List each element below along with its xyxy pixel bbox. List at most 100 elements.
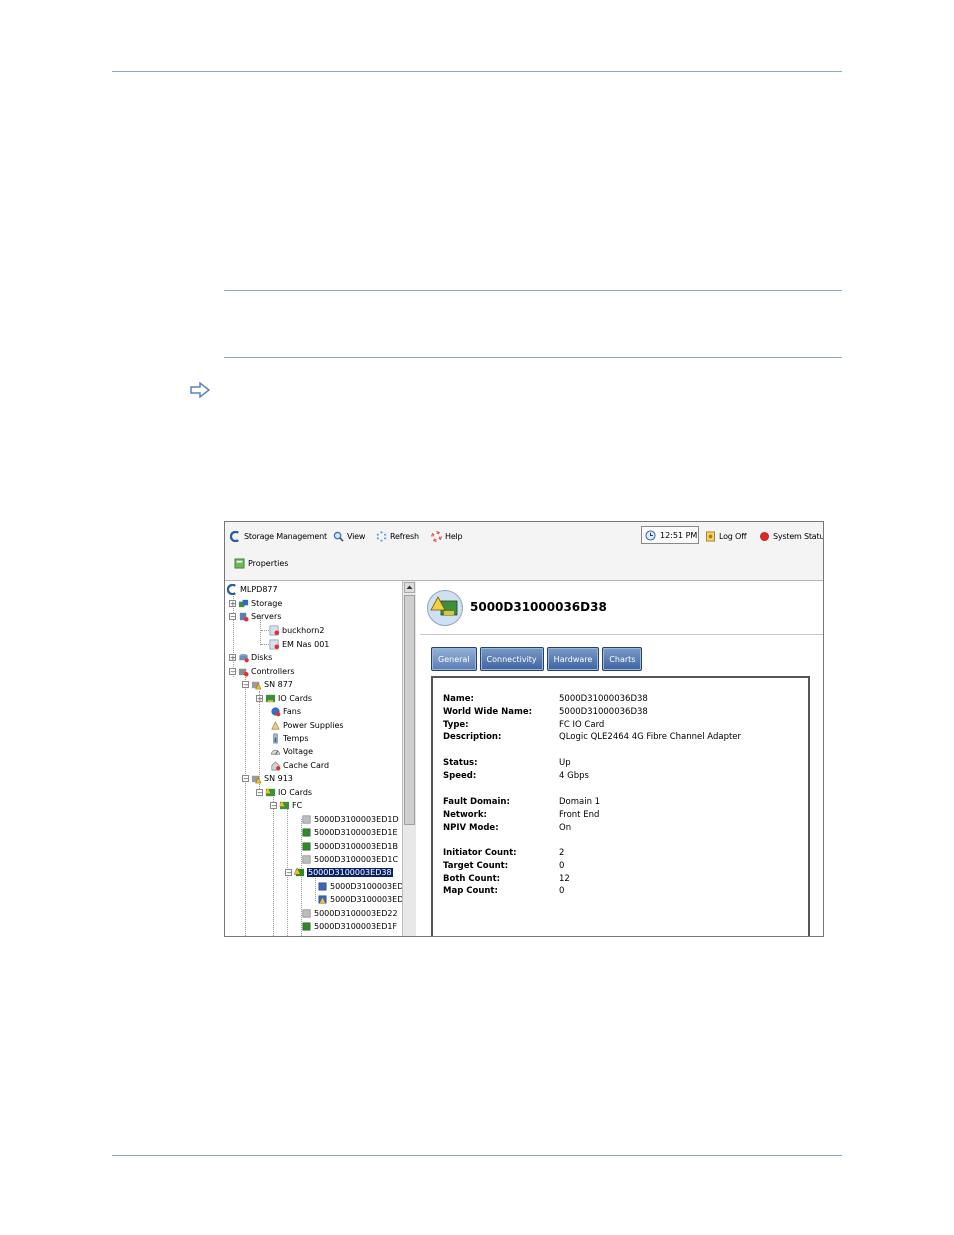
tree-port[interactable]: 5000D3100003ED22 bbox=[301, 907, 398, 919]
tree-scrollbar[interactable] bbox=[402, 581, 416, 936]
tree-server-em-nas[interactable]: EM Nas 001 bbox=[269, 638, 329, 650]
view-button[interactable]: View bbox=[333, 529, 365, 543]
tree-io-cards-1[interactable]: + IO Cards bbox=[256, 692, 312, 704]
tree-io-cards-label: IO Cards bbox=[278, 693, 313, 703]
clock-display: 12:51 PM bbox=[641, 526, 699, 544]
storage-management-label: Storage Management bbox=[244, 531, 327, 541]
tree-io-cards-label: IO Cards bbox=[278, 787, 313, 797]
detail-title: 5000D31000036D38 bbox=[470, 600, 607, 614]
collapse-toggle[interactable]: − bbox=[229, 612, 236, 620]
tree-storage[interactable]: + Storage bbox=[229, 597, 282, 609]
tree-sn877[interactable]: − SN 877 bbox=[242, 678, 293, 690]
tree-disks-label: Disks bbox=[251, 652, 273, 662]
tree-port-selected[interactable]: − 5000D3100003ED38 bbox=[285, 866, 393, 878]
header-rule bbox=[112, 71, 842, 72]
gauge-icon bbox=[271, 749, 280, 755]
tree-port[interactable]: 5000D3100003ED1C bbox=[301, 853, 398, 865]
field-key: Target Count: bbox=[443, 861, 509, 871]
tab-connectivity[interactable]: Connectivity bbox=[479, 647, 544, 671]
properties-button[interactable]: Properties bbox=[234, 558, 288, 569]
field-value: On bbox=[559, 823, 572, 833]
tree-port[interactable]: 5000D3100003ED1D bbox=[301, 813, 399, 825]
collapse-toggle[interactable]: − bbox=[270, 801, 277, 809]
tree-disks[interactable]: + Disks bbox=[229, 651, 272, 663]
tree-servers[interactable]: − Servers bbox=[229, 610, 281, 622]
field-value: 0 bbox=[559, 886, 565, 896]
sub-port-warning-icon bbox=[318, 895, 327, 903]
collapse-toggle[interactable]: − bbox=[229, 667, 236, 675]
servers-icon bbox=[239, 612, 249, 622]
tree-port[interactable]: 5000D3100003ED1B bbox=[301, 840, 398, 852]
field-value: 5000D31000036D38 bbox=[559, 694, 648, 704]
expand-toggle[interactable]: + bbox=[229, 599, 236, 607]
refresh-button[interactable]: Refresh bbox=[376, 529, 419, 543]
tree-fc-label: FC bbox=[292, 800, 303, 810]
field-key: Type: bbox=[443, 720, 469, 730]
system-status-button[interactable]: System Statu bbox=[759, 529, 823, 543]
step-arrow-icon bbox=[190, 382, 210, 398]
field-key: Description: bbox=[443, 732, 502, 742]
tree-guide-line bbox=[261, 644, 269, 645]
tree-sn913[interactable]: − SN 913 bbox=[242, 772, 293, 784]
expand-toggle[interactable]: + bbox=[229, 653, 236, 661]
controller-warning-icon bbox=[251, 681, 262, 689]
tree-power-supplies[interactable]: Power Supplies bbox=[270, 719, 344, 731]
fc-icon bbox=[279, 800, 290, 809]
detail-header: 5000D31000036D38 bbox=[420, 581, 823, 635]
collapse-toggle[interactable]: − bbox=[256, 788, 263, 796]
tree-guide-line bbox=[273, 791, 274, 936]
collapse-toggle[interactable]: − bbox=[242, 680, 249, 688]
detail-pane: 5000D31000036D38 General Connectivity Ha… bbox=[420, 581, 823, 936]
note-top-rule bbox=[224, 290, 842, 291]
tree-sub-port[interactable]: 5000D3100003ED2 bbox=[317, 880, 408, 892]
tree-sub-port[interactable]: 5000D3100003ED0 bbox=[317, 893, 408, 905]
general-properties-panel: Name: 5000D31000036D38 World Wide Name: 50… bbox=[431, 676, 810, 936]
tree-port[interactable]: 5000D3100003ED1F bbox=[301, 920, 397, 932]
tree-voltage[interactable]: Voltage bbox=[270, 745, 313, 757]
collapse-toggle[interactable]: − bbox=[285, 868, 292, 876]
tab-charts[interactable]: Charts bbox=[602, 647, 643, 671]
field-value: 0 bbox=[559, 861, 565, 871]
tree-port-label: 5000D3100003ED1B bbox=[314, 841, 398, 851]
scrollbar-thumb[interactable] bbox=[404, 595, 415, 825]
lifebuoy-icon bbox=[431, 530, 442, 542]
tree-server-buckhorn2[interactable]: buckhorn2 bbox=[269, 624, 324, 636]
expand-toggle[interactable]: + bbox=[256, 694, 263, 702]
tree-fans[interactable]: Fans bbox=[270, 705, 301, 717]
tree-cache-card[interactable]: Cache Card bbox=[270, 759, 329, 771]
tree-io-cards-2[interactable]: − IO Cards bbox=[256, 786, 312, 798]
server-icon bbox=[269, 625, 280, 635]
status-red-dot-icon bbox=[760, 531, 769, 541]
tree-port[interactable]: 5000D3100003ED1E bbox=[301, 826, 398, 838]
field-key: Speed: bbox=[443, 771, 477, 781]
field-key: Status: bbox=[443, 758, 478, 768]
tree-fc[interactable]: − FC bbox=[270, 799, 302, 811]
tab-general[interactable]: General bbox=[431, 647, 477, 671]
disks-icon bbox=[239, 653, 249, 662]
field-value: FC IO Card bbox=[559, 720, 605, 730]
scroll-up-arrow-icon[interactable] bbox=[404, 582, 415, 593]
field-value: Front End bbox=[559, 810, 600, 820]
cache-card-icon bbox=[271, 760, 281, 770]
field-value: 2 bbox=[559, 848, 565, 858]
collapse-toggle[interactable]: − bbox=[242, 774, 249, 782]
tree-controllers[interactable]: − Controllers bbox=[229, 665, 295, 677]
help-button[interactable]: Help bbox=[431, 529, 463, 543]
log-off-button[interactable]: Log Off bbox=[705, 529, 747, 543]
fan-icon bbox=[271, 706, 281, 716]
io-card-icon bbox=[265, 694, 276, 702]
tree-root[interactable]: MLPD877 bbox=[227, 583, 278, 595]
tab-hardware[interactable]: Hardware bbox=[546, 647, 600, 671]
field-value: 5000D31000036D38 bbox=[559, 707, 648, 717]
tree-cache-card-label: Cache Card bbox=[283, 760, 330, 770]
tree-temps[interactable]: Temps bbox=[270, 732, 309, 744]
sub-port-icon bbox=[318, 882, 327, 890]
storage-management-button[interactable]: Storage Management bbox=[230, 529, 327, 543]
server-icon bbox=[269, 639, 280, 649]
help-label: Help bbox=[445, 531, 463, 541]
port-inactive-icon bbox=[302, 855, 311, 863]
field-value: Up bbox=[559, 758, 571, 768]
server-label: buckhorn2 bbox=[282, 625, 325, 635]
tree-power-supplies-label: Power Supplies bbox=[283, 720, 344, 730]
controller-warning-icon bbox=[251, 775, 262, 783]
